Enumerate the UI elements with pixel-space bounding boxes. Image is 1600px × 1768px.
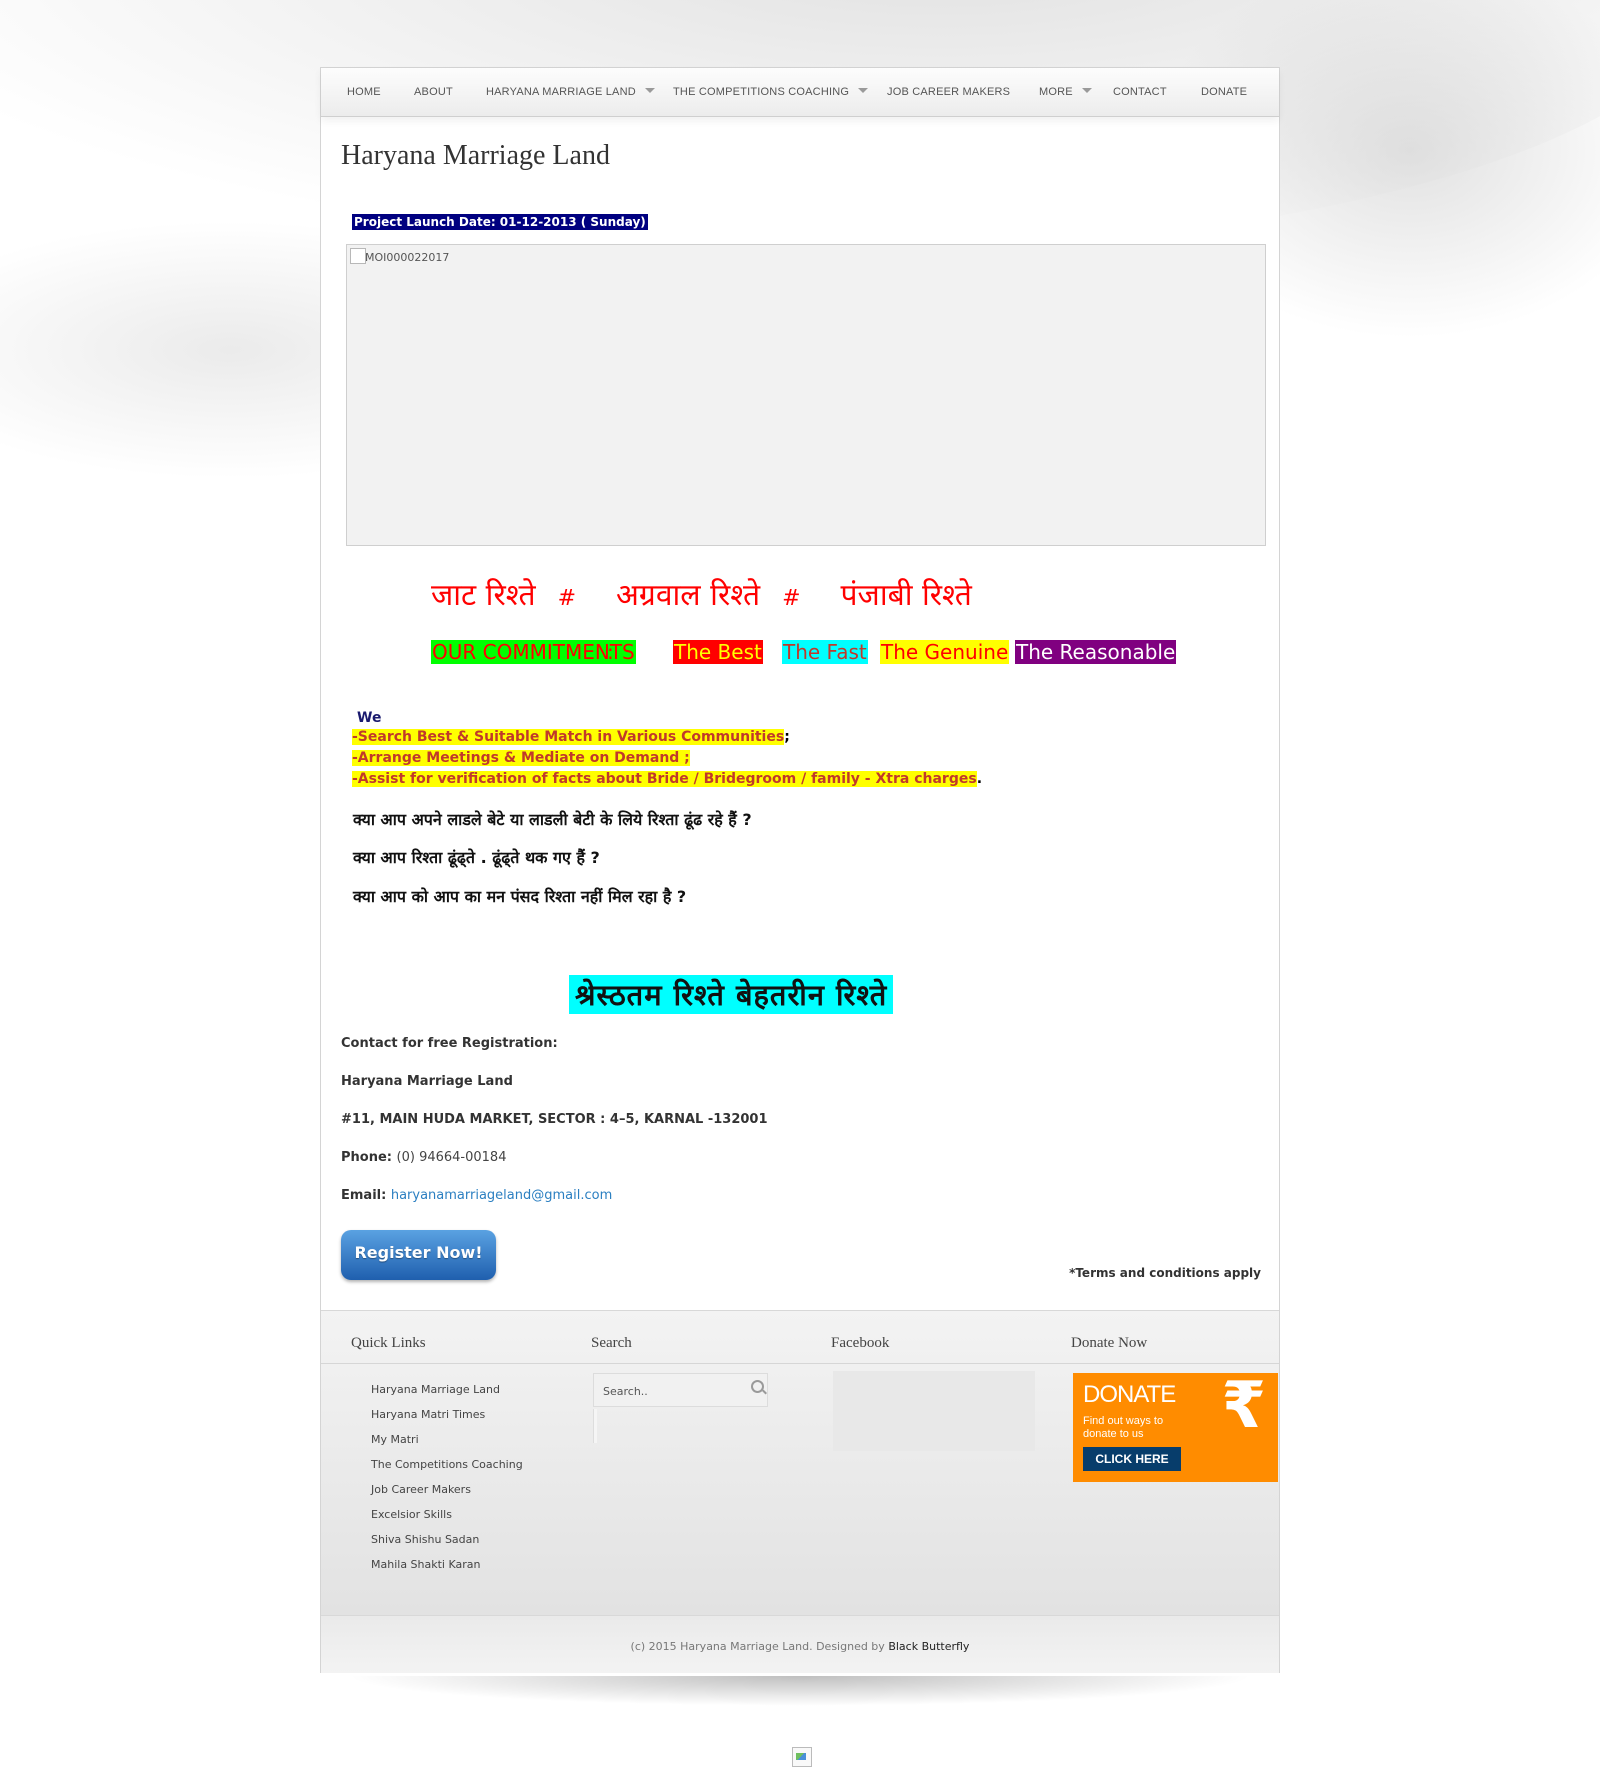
commitment-reasonable: The Reasonable — [1015, 640, 1177, 664]
footer-divider — [321, 1363, 1279, 1364]
nav-more[interactable]: MORE — [1039, 86, 1092, 98]
contact-org: Haryana Marriage Land — [341, 1074, 513, 1089]
donate-click-here-button[interactable]: CLICK HERE — [1083, 1447, 1181, 1471]
quick-link[interactable]: Shiva Shishu Sadan — [371, 1533, 479, 1546]
contact-address: #11, MAIN HUDA MARKET, SECTOR : 4–5, KAR… — [341, 1112, 768, 1127]
nav-competitions-coaching-label: THE COMPETITIONS COACHING — [673, 86, 850, 98]
commitment-best: The Best — [673, 640, 763, 664]
donate-banner-subtitle: Find out ways to donate to us — [1083, 1415, 1164, 1440]
service-tail: . — [976, 771, 983, 787]
community-punjabi: पंजाबी रिश्ते — [840, 578, 972, 613]
service-text: -Assist for verification of facts about … — [352, 771, 977, 787]
question-line: क्या आप अपने लाडले बेटे या लाडली बेटी के… — [353, 810, 752, 829]
best-relations-banner: श्रेस्ठतम रिश्ते बेहतरीन रिश्ते — [569, 975, 894, 1014]
copyright-notice: (c) 2015 Haryana Marriage Land. Designed… — [630, 1640, 889, 1653]
service-item: -Arrange Meetings & Mediate on Demand ; — [352, 750, 982, 771]
chevron-down-icon — [644, 88, 655, 93]
page-title: Haryana Marriage Land — [341, 140, 610, 171]
search-heading: Search — [591, 1335, 632, 1351]
register-now-button[interactable]: Register Now! — [341, 1230, 496, 1280]
nav-haryana-marriage-land[interactable]: HARYANA MARRIAGE LAND — [486, 86, 655, 98]
chevron-down-icon — [858, 88, 869, 93]
nav-competitions-coaching[interactable]: THE COMPETITIONS COACHING — [673, 86, 869, 98]
page-shadow — [345, 1676, 1255, 1706]
embedded-frame-text: MOI000022017 — [365, 251, 450, 264]
commitment-genuine: The Genuine — [880, 640, 1010, 664]
question-line: क्या आप रिश्ता ढूंढ्ते . ढूंढ्ते थक गए ह… — [353, 848, 600, 867]
launch-date-banner: Project Launch Date: 01-12-2013 ( Sunday… — [352, 214, 648, 230]
services-we-label: We — [357, 710, 382, 726]
copyright-bar: (c) 2015 Haryana Marriage Land. Designed… — [321, 1615, 1279, 1673]
nav-home[interactable]: HOME — [347, 86, 381, 98]
main-navigation: HOME ABOUT HARYANA MARRIAGE LAND THE COM… — [321, 68, 1279, 117]
services-list: We -Search Best & Suitable Match in Vari… — [352, 710, 982, 792]
service-tail: ; — [784, 729, 790, 745]
facebook-widget — [833, 1371, 1035, 1451]
rupee-icon: ₹ — [1221, 1369, 1266, 1443]
nav-job-career-makers[interactable]: JOB CAREER MAKERS — [887, 86, 1010, 98]
separator-hash: # — [557, 586, 577, 611]
quick-link[interactable]: Mahila Shakti Karan — [371, 1558, 480, 1571]
email-label: Email: — [341, 1188, 387, 1203]
contact-email: Email: haryanamarriageland@gmail.com — [341, 1188, 612, 1203]
separator-hash: # — [782, 586, 801, 611]
nav-about[interactable]: ABOUT — [414, 86, 453, 98]
quick-link[interactable]: Job Career Makers — [371, 1483, 471, 1496]
community-jat: जाट रिश्ते — [431, 578, 536, 613]
commitment-fast: The Fast — [782, 640, 868, 664]
page-container: HOME ABOUT HARYANA MARRIAGE LAND THE COM… — [320, 67, 1280, 1673]
copyright-text: (c) 2015 Haryana Marriage Land. Designed… — [321, 1640, 1279, 1653]
commitments-colon: : — [607, 640, 614, 664]
service-text: -Arrange Meetings & Mediate on Demand ; — [352, 750, 690, 766]
donate-heading: Donate Now — [1071, 1335, 1148, 1351]
question-line: क्या आप को आप का मन पंसद रिश्ता नहीं मिल… — [353, 887, 687, 906]
phone-label: Phone: — [341, 1150, 392, 1165]
nav-contact[interactable]: CONTACT — [1113, 86, 1167, 98]
contact-intro: Contact for free Registration: — [341, 1036, 558, 1051]
quick-link[interactable]: Excelsior Skills — [371, 1508, 452, 1521]
broken-image-icon — [350, 248, 366, 264]
embedded-frame: MOI000022017 — [346, 244, 1266, 546]
broken-image-icon — [792, 1747, 812, 1767]
nav-more-label: MORE — [1039, 86, 1073, 98]
community-agrawal: अग्रवाल रिश्ते — [616, 578, 761, 613]
designer-link[interactable]: Black Butterfly — [888, 1640, 969, 1653]
chevron-down-icon — [1081, 88, 1092, 93]
search-results-area — [593, 1409, 597, 1443]
community-heading: जाट रिश्ते # अग्रवाल रिश्ते # पंजाबी रिश्ते — [431, 573, 972, 614]
phone-value: (0) 94664-00184 — [396, 1150, 507, 1165]
donate-banner[interactable]: DONATE Find out ways to donate to us ₹ C… — [1073, 1369, 1278, 1482]
footer: Quick Links Search Facebook Donate Now H… — [321, 1310, 1279, 1616]
nav-donate[interactable]: DONATE — [1201, 86, 1247, 98]
quick-link[interactable]: The Competitions Coaching — [371, 1458, 523, 1471]
quick-link[interactable]: Haryana Matri Times — [371, 1408, 485, 1421]
service-item: -Search Best & Suitable Match in Various… — [352, 729, 982, 750]
search-input[interactable]: Search.. — [593, 1373, 768, 1407]
email-link[interactable]: haryanamarriageland@gmail.com — [391, 1188, 612, 1203]
service-text: -Search Best & Suitable Match in Various… — [352, 729, 785, 745]
donate-banner-title: DONATE — [1083, 1381, 1176, 1408]
contact-phone: Phone: (0) 94664-00184 — [341, 1150, 506, 1165]
quick-link[interactable]: My Matri — [371, 1433, 419, 1446]
search-icon[interactable] — [751, 1380, 764, 1393]
quick-links-heading: Quick Links — [351, 1335, 426, 1351]
quick-link[interactable]: Haryana Marriage Land — [371, 1383, 500, 1396]
service-item: -Assist for verification of facts about … — [352, 771, 982, 792]
nav-haryana-marriage-land-label: HARYANA MARRIAGE LAND — [486, 86, 636, 98]
terms-note: *Terms and conditions apply — [1069, 1266, 1261, 1280]
facebook-heading: Facebook — [831, 1335, 890, 1351]
